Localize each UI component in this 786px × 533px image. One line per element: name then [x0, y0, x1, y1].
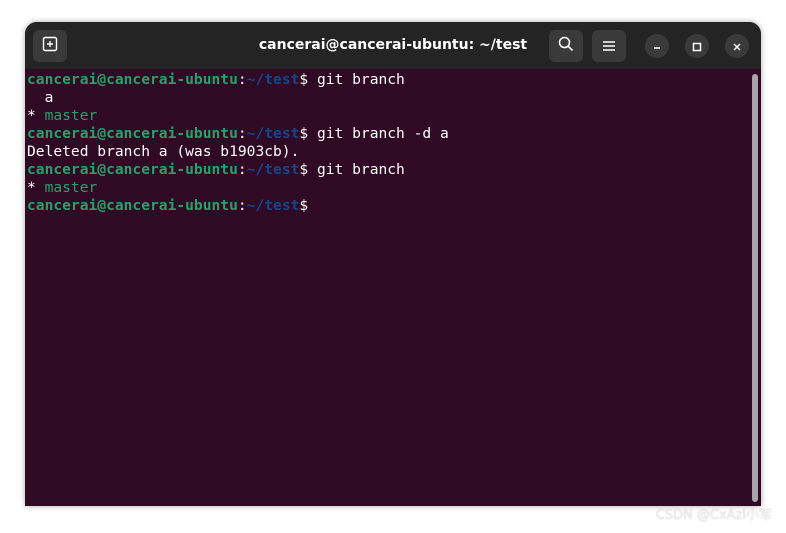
terminal-line: a — [27, 89, 761, 107]
command-text: git branch — [308, 71, 405, 88]
new-tab-icon — [42, 36, 58, 56]
close-button[interactable] — [725, 34, 749, 58]
command-text: git branch -d a — [308, 125, 449, 142]
terminal-line: Deleted branch a (was b1903cb). — [27, 143, 761, 161]
current-branch-marker: * — [27, 107, 45, 124]
prompt-user: cancerai@cancerai-ubuntu — [27, 71, 238, 88]
search-button[interactable] — [549, 30, 583, 62]
prompt-user: cancerai@cancerai-ubuntu — [27, 197, 238, 214]
prompt-user: cancerai@cancerai-ubuntu — [27, 161, 238, 178]
current-branch-name: master — [44, 107, 98, 124]
prompt-colon: : — [237, 197, 247, 214]
terminal-window: cancerai@cancerai-ubuntu: ~/test cancera… — [25, 22, 761, 506]
prompt-path: ~/test — [246, 125, 300, 142]
prompt-colon: : — [237, 125, 247, 142]
output-text: Deleted branch a (was b1903cb). — [27, 143, 300, 160]
terminal-line: cancerai@cancerai-ubuntu:~/test$ git bra… — [27, 71, 761, 89]
prompt-path: ~/test — [246, 161, 300, 178]
prompt-dollar: $ — [299, 71, 309, 88]
minimize-icon — [652, 37, 662, 56]
terminal-line: * master — [27, 179, 761, 197]
new-tab-button[interactable] — [33, 30, 67, 62]
prompt-path: ~/test — [246, 197, 300, 214]
current-branch-marker: * — [27, 179, 45, 196]
terminal-line: * master — [27, 107, 761, 125]
titlebar: cancerai@cancerai-ubuntu: ~/test — [25, 22, 761, 69]
current-branch-name: master — [44, 179, 98, 196]
prompt-dollar: $ — [299, 125, 309, 142]
prompt-path: ~/test — [246, 71, 300, 88]
prompt-dollar: $ — [299, 161, 309, 178]
hamburger-menu-icon — [602, 37, 616, 56]
command-text: git branch — [308, 161, 405, 178]
search-icon — [558, 36, 574, 56]
menu-button[interactable] — [592, 30, 626, 62]
close-icon — [732, 37, 742, 56]
maximize-button[interactable] — [685, 34, 709, 58]
watermark: CSDN @CxAzl小军 — [655, 508, 772, 523]
minimize-button[interactable] — [645, 34, 669, 58]
maximize-icon — [692, 37, 702, 56]
prompt-colon: : — [237, 71, 247, 88]
vertical-scrollbar[interactable] — [752, 74, 758, 502]
prompt-user: cancerai@cancerai-ubuntu — [27, 125, 238, 142]
terminal-line: cancerai@cancerai-ubuntu:~/test$ — [27, 197, 761, 215]
prompt-colon: : — [237, 161, 247, 178]
terminal-line: cancerai@cancerai-ubuntu:~/test$ git bra… — [27, 161, 761, 179]
prompt-dollar: $ — [299, 197, 309, 214]
output-text: a — [27, 89, 54, 106]
terminal-line: cancerai@cancerai-ubuntu:~/test$ git bra… — [27, 125, 761, 143]
terminal-output[interactable]: cancerai@cancerai-ubuntu:~/test$ git bra… — [25, 69, 761, 506]
